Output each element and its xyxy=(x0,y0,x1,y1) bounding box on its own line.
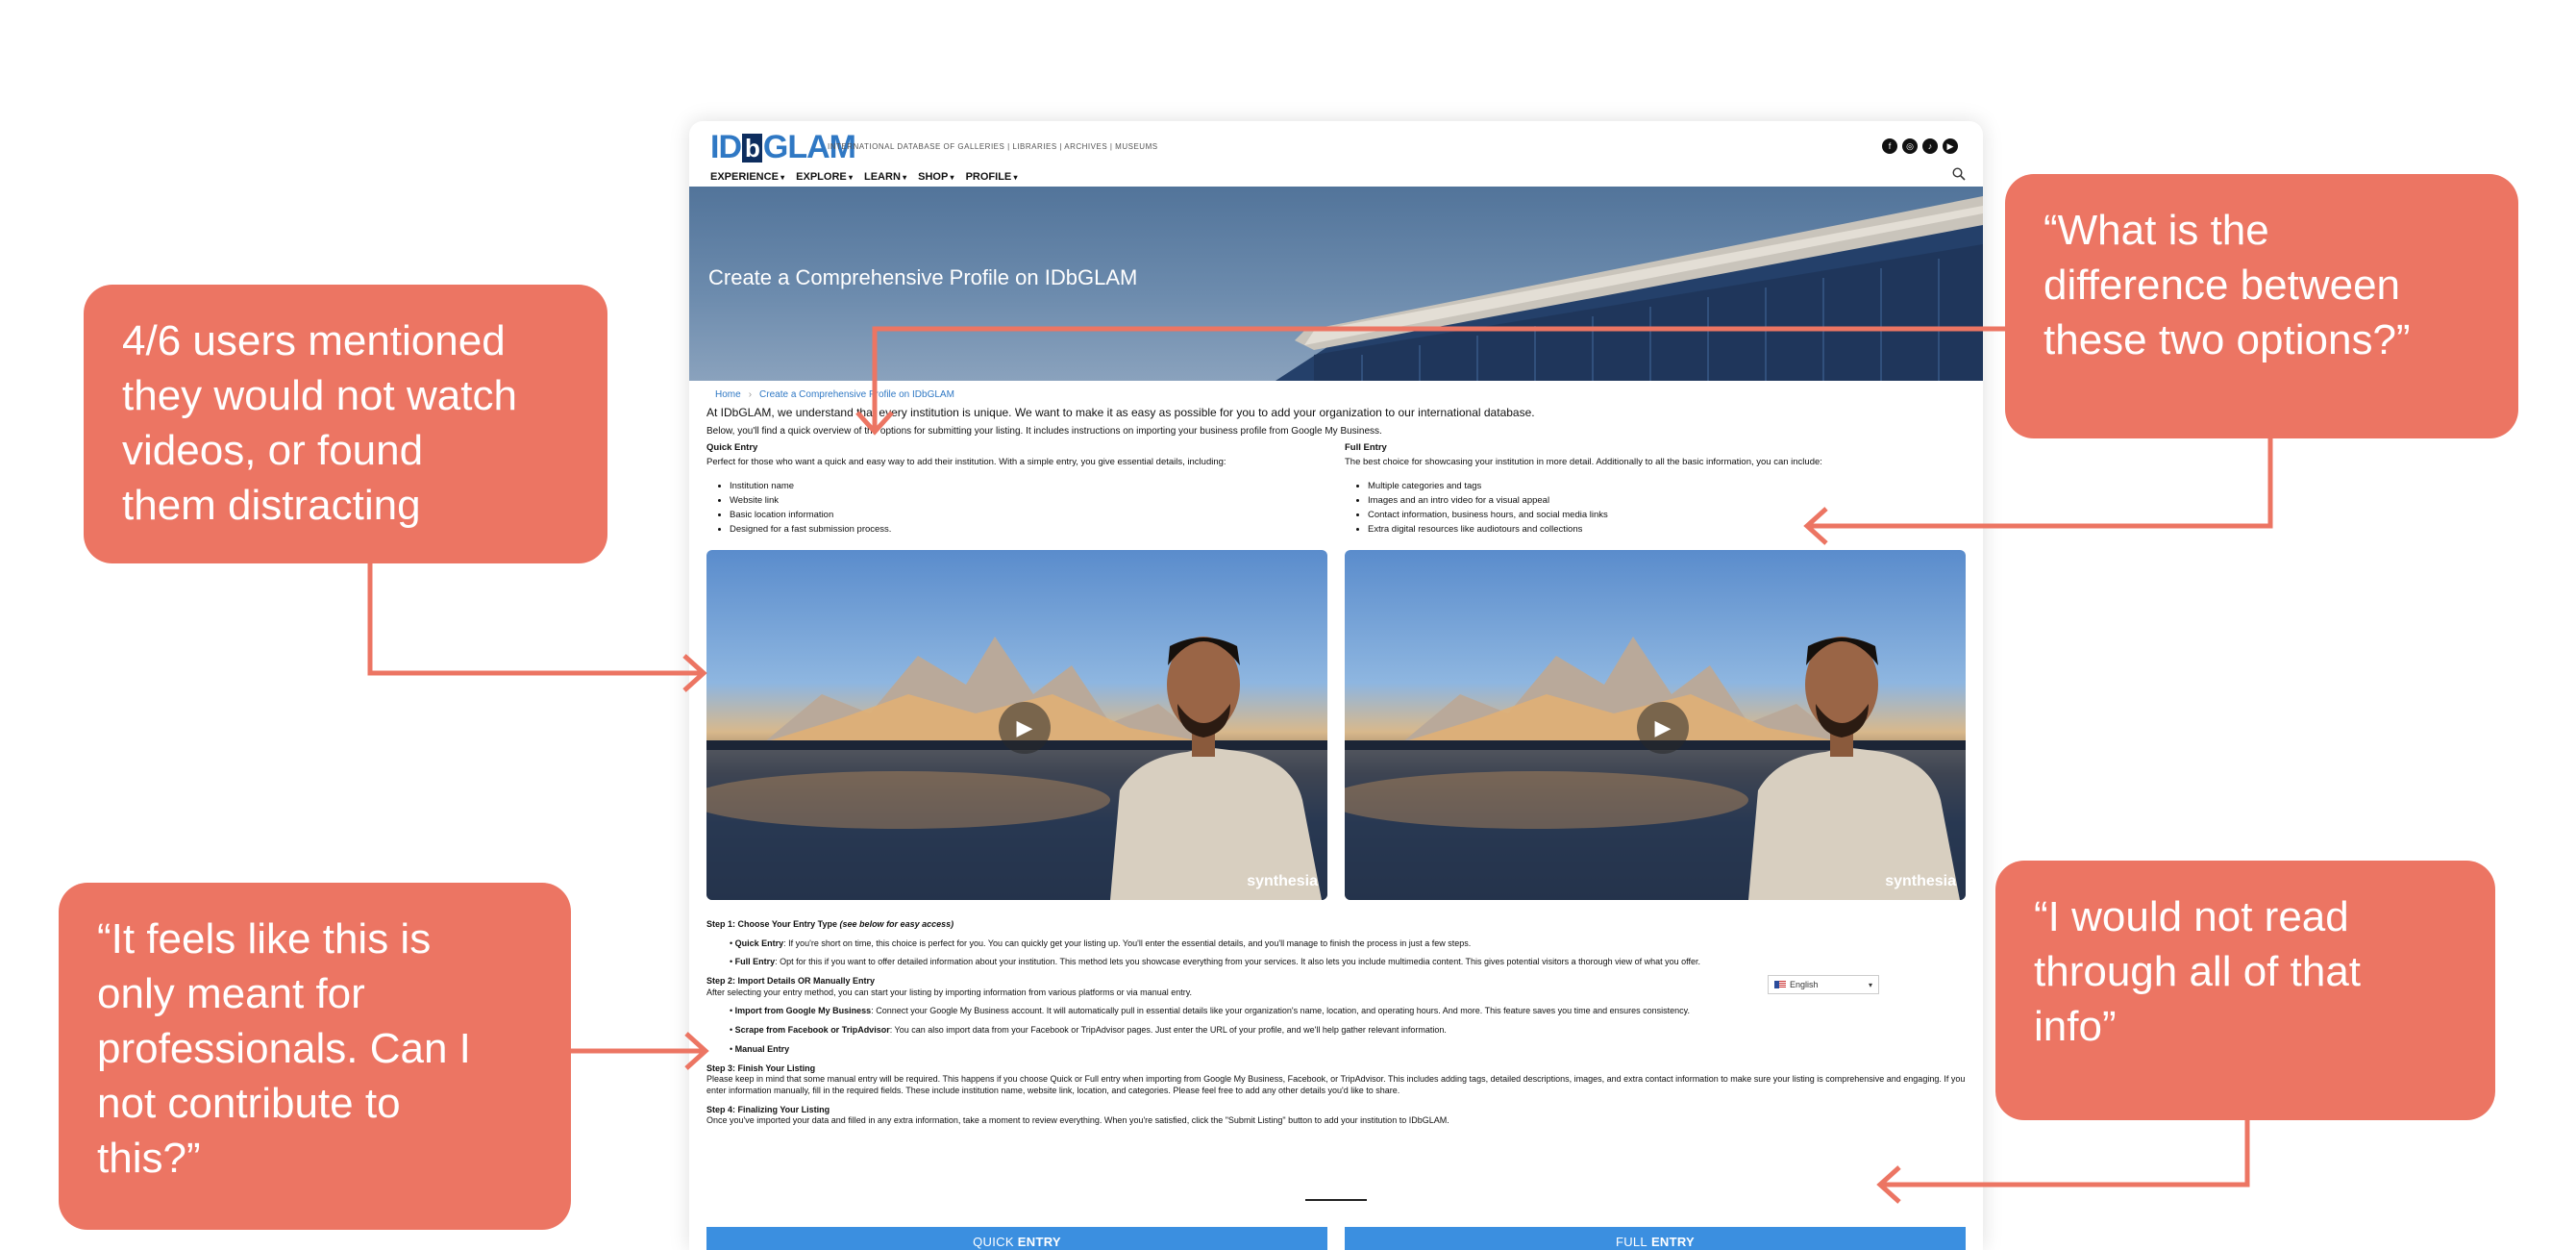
search-icon[interactable] xyxy=(1952,167,1966,181)
list-item: Designed for a fast submission process. xyxy=(730,524,1322,535)
hero-title: Create a Comprehensive Profile on IDbGLA… xyxy=(708,265,1138,289)
language-label: English xyxy=(1790,980,1819,989)
stage: ID b GLAM INTERNATIONAL DATABASE OF GALLER… xyxy=(0,0,2576,1250)
quick-entry-title: Quick Entry xyxy=(706,442,758,453)
play-icon[interactable]: ▶ xyxy=(1637,702,1689,754)
full-entry-video[interactable]: ▶ synthesia xyxy=(1345,550,1966,900)
list-item: Basic location information xyxy=(730,510,1322,520)
breadcrumb: Home › Create a Comprehensive Profile on I… xyxy=(715,389,954,400)
play-icon[interactable]: ▶ xyxy=(999,702,1051,754)
chevron-down-icon: ▾ xyxy=(1868,980,1872,989)
breadcrumb-home[interactable]: Home xyxy=(715,389,741,400)
website-screenshot: ID b GLAM INTERNATIONAL DATABASE OF GALLER… xyxy=(689,121,1983,1250)
callout-professionals: “It feels like this is only meant for pr… xyxy=(59,883,571,1230)
intro-paragraph: At IDbGLAM, we understand that every ins… xyxy=(706,406,1535,419)
quick-entry-column: Quick Entry Perfect for those who want a… xyxy=(706,442,1322,538)
list-item: Multiple categories and tags xyxy=(1368,481,1960,491)
quick-entry-video[interactable]: ▶ synthesia xyxy=(706,550,1327,900)
callout-difference: “What is the difference between these tw… xyxy=(2005,174,2518,438)
full-entry-title: Full Entry xyxy=(1345,442,1387,453)
nav-shop[interactable]: SHOP xyxy=(918,171,954,183)
arrow-videos xyxy=(367,562,702,676)
synthesia-watermark: synthesia xyxy=(1247,873,1318,889)
language-selector[interactable]: English ▾ xyxy=(1768,975,1879,994)
step2-facebook: • Scrape from Facebook or TripAdvisor: Y… xyxy=(730,1025,1447,1036)
intro-subparagraph: Below, you'll find a quick overview of t… xyxy=(706,426,1382,437)
us-flag-icon xyxy=(1774,981,1786,988)
quick-entry-desc: Perfect for those who want a quick and e… xyxy=(706,457,1226,467)
list-item: Website link xyxy=(730,495,1322,506)
list-item: Extra digital resources like audiotours … xyxy=(1368,524,1960,535)
step4-text: Once you've imported your data and fille… xyxy=(706,1115,1449,1126)
social-links: f ◎ ♪ ▶ xyxy=(1882,138,1958,154)
steps-section: Step 1: Choose Your Entry Type (see belo… xyxy=(706,912,1966,1127)
full-entry-desc: The best choice for showcasing your inst… xyxy=(1345,457,1822,467)
full-entry-list: Multiple categories and tags Images and … xyxy=(1345,481,1960,535)
step1-quick: • Quick Entry: If you're short on time, … xyxy=(730,938,1472,948)
callout-videos: 4/6 users mentioned they would not watch… xyxy=(84,285,607,563)
nav-learn[interactable]: LEARN xyxy=(864,171,906,183)
hero-banner: Create a Comprehensive Profile on IDbGLA… xyxy=(689,187,1983,381)
list-item: Contact information, business hours, and… xyxy=(1368,510,1960,520)
section-divider xyxy=(1305,1199,1367,1201)
list-item: Images and an intro video for a visual a… xyxy=(1368,495,1960,506)
step2-google: • Import from Google My Business: Connec… xyxy=(730,1006,1691,1016)
step2-manual: • Manual Entry xyxy=(730,1043,790,1054)
step3-title: Step 3: Finish Your Listing xyxy=(706,1062,816,1073)
quick-entry-list: Institution name Website link Basic loca… xyxy=(706,481,1322,535)
full-entry-column: Full Entry The best choice for showcasin… xyxy=(1345,442,1960,538)
step1-full: • Full Entry: Opt for this if you want t… xyxy=(730,957,1700,967)
youtube-icon[interactable]: ▶ xyxy=(1943,138,1958,154)
step4-title: Step 4: Finalizing Your Listing xyxy=(706,1104,830,1114)
nav-profile[interactable]: PROFILE xyxy=(966,171,1018,183)
list-item: Institution name xyxy=(730,481,1322,491)
main-nav: EXPERIENCE EXPLORE LEARN SHOP PROFILE xyxy=(710,171,1018,183)
synthesia-watermark: synthesia xyxy=(1885,873,1956,889)
site-tagline: INTERNATIONAL DATABASE OF GALLERIES | LI… xyxy=(828,142,1158,151)
site-header: ID b GLAM INTERNATIONAL DATABASE OF GALLER… xyxy=(689,121,1983,187)
breadcrumb-separator-icon: › xyxy=(748,389,753,400)
nav-explore[interactable]: EXPLORE xyxy=(796,171,853,183)
quick-entry-button[interactable]: QUICK ENTRY xyxy=(706,1227,1327,1250)
facebook-icon[interactable]: f xyxy=(1882,138,1897,154)
step3-text: Please keep in mind that some manual ent… xyxy=(706,1074,1966,1095)
full-entry-button[interactable]: FULL ENTRY xyxy=(1345,1227,1966,1250)
instagram-icon[interactable]: ◎ xyxy=(1902,138,1918,154)
callout-read: “I would not read through all of that in… xyxy=(1995,861,2495,1120)
breadcrumb-current: Create a Comprehensive Profile on IDbGLA… xyxy=(759,389,954,400)
step1-title: Step 1: Choose Your Entry Type (see belo… xyxy=(706,919,954,929)
tiktok-icon[interactable]: ♪ xyxy=(1922,138,1938,154)
nav-experience[interactable]: EXPERIENCE xyxy=(710,171,784,183)
